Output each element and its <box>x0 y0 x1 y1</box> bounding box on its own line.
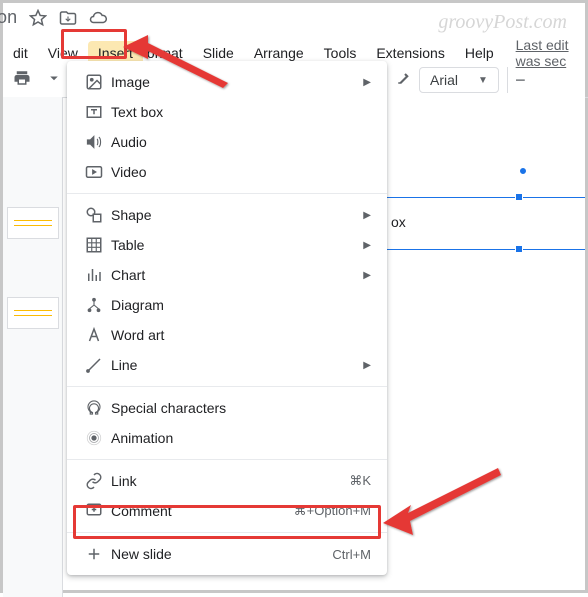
menu-item-video[interactable]: Video <box>67 157 387 187</box>
slide-thumbnail-panel <box>3 97 63 597</box>
menu-item-comment[interactable]: Comment ⌘+Option+M <box>67 496 387 526</box>
thumb-content <box>14 315 52 316</box>
chart-icon <box>85 266 103 284</box>
doc-title: d presentation <box>0 7 17 28</box>
move-folder-icon[interactable] <box>59 9 77 27</box>
menu-item-diagram[interactable]: Diagram <box>67 290 387 320</box>
menu-label: Special characters <box>111 400 371 416</box>
menu-item-shape[interactable]: Shape ▶ <box>67 200 387 230</box>
menu-help[interactable]: Help <box>455 41 504 65</box>
submenu-arrow-icon: ▶ <box>363 210 371 221</box>
thumb-content <box>14 310 52 311</box>
menu-edit[interactable]: dit <box>3 41 38 65</box>
toolbar <box>13 69 63 87</box>
comment-icon <box>85 502 103 520</box>
menu-separator <box>67 459 387 460</box>
textbox-icon <box>85 103 103 121</box>
diagram-icon <box>85 296 103 314</box>
shortcut-text: Ctrl+M <box>332 547 371 562</box>
shape-icon <box>85 206 103 224</box>
submenu-arrow-icon: ▶ <box>363 270 371 281</box>
decrease-font-button[interactable]: − <box>507 67 533 93</box>
thumb-content <box>14 220 52 221</box>
slide-canvas[interactable]: ox <box>387 97 585 590</box>
insert-menu-dropdown: Image ▶ Text box Audio Video Shape ▶ Tab… <box>67 61 387 575</box>
textbox-content: ox <box>391 214 406 230</box>
menu-label: Video <box>111 164 371 180</box>
menu-label: Audio <box>111 134 371 150</box>
cloud-icon[interactable] <box>89 9 107 27</box>
menu-item-new-slide[interactable]: New slide Ctrl+M <box>67 539 387 569</box>
menu-item-textbox[interactable]: Text box <box>67 97 387 127</box>
link-icon <box>85 472 103 490</box>
menu-item-animation[interactable]: Animation <box>67 423 387 453</box>
slide-thumbnail[interactable] <box>7 207 59 239</box>
menu-item-chart[interactable]: Chart ▶ <box>67 260 387 290</box>
resize-handle[interactable] <box>515 193 523 201</box>
menu-label: Comment <box>111 503 294 519</box>
last-edit-link[interactable]: Last edit was sec <box>516 37 585 69</box>
table-icon <box>85 236 103 254</box>
menu-item-link[interactable]: Link ⌘K <box>67 466 387 496</box>
menu-label: Chart <box>111 267 363 283</box>
omega-icon <box>85 399 103 417</box>
submenu-arrow-icon: ▶ <box>363 240 371 251</box>
resize-handle[interactable] <box>515 245 523 253</box>
menu-item-table[interactable]: Table ▶ <box>67 230 387 260</box>
selection-edge <box>387 249 585 250</box>
menu-item-line[interactable]: Line ▶ <box>67 350 387 380</box>
menu-item-audio[interactable]: Audio <box>67 127 387 157</box>
selection-edge <box>387 197 585 198</box>
menu-label: Link <box>111 473 349 489</box>
submenu-arrow-icon: ▶ <box>363 77 371 88</box>
menu-label: Word art <box>111 327 371 343</box>
toolbar-right: Arial ▼ − <box>393 67 533 93</box>
animation-icon <box>85 429 103 447</box>
thumb-content <box>14 225 52 226</box>
image-icon <box>85 73 103 91</box>
shortcut-text: ⌘K <box>349 473 371 489</box>
audio-icon <box>85 133 103 151</box>
submenu-arrow-icon: ▶ <box>363 360 371 371</box>
print-icon[interactable] <box>13 69 31 87</box>
video-icon <box>85 163 103 181</box>
menu-item-special-characters[interactable]: Special characters <box>67 393 387 423</box>
slide-thumbnail[interactable] <box>7 297 59 329</box>
menu-separator <box>67 386 387 387</box>
menu-label: New slide <box>111 546 332 562</box>
fill-color-icon[interactable] <box>393 71 411 89</box>
line-icon <box>85 356 103 374</box>
menu-label: Text box <box>111 104 371 120</box>
menu-separator <box>67 193 387 194</box>
menu-label: Line <box>111 357 363 373</box>
menu-item-image[interactable]: Image ▶ <box>67 67 387 97</box>
star-icon[interactable] <box>29 9 47 27</box>
menu-label: Animation <box>111 430 371 446</box>
plus-icon <box>85 545 103 563</box>
shortcut-text: ⌘+Option+M <box>294 503 371 519</box>
rotation-handle[interactable] <box>519 167 527 175</box>
title-row: d presentation <box>0 7 107 28</box>
menu-label: Image <box>111 74 363 90</box>
chevron-down-icon: ▼ <box>478 75 488 86</box>
watermark-text: groovyPost.com <box>438 11 567 34</box>
menu-separator <box>67 532 387 533</box>
font-name: Arial <box>430 72 458 88</box>
wordart-icon <box>85 326 103 344</box>
menu-label: Shape <box>111 207 363 223</box>
dropdown-icon[interactable] <box>45 69 63 87</box>
menu-item-wordart[interactable]: Word art <box>67 320 387 350</box>
menu-label: Diagram <box>111 297 371 313</box>
menu-label: Table <box>111 237 363 253</box>
font-selector[interactable]: Arial ▼ <box>419 67 499 93</box>
